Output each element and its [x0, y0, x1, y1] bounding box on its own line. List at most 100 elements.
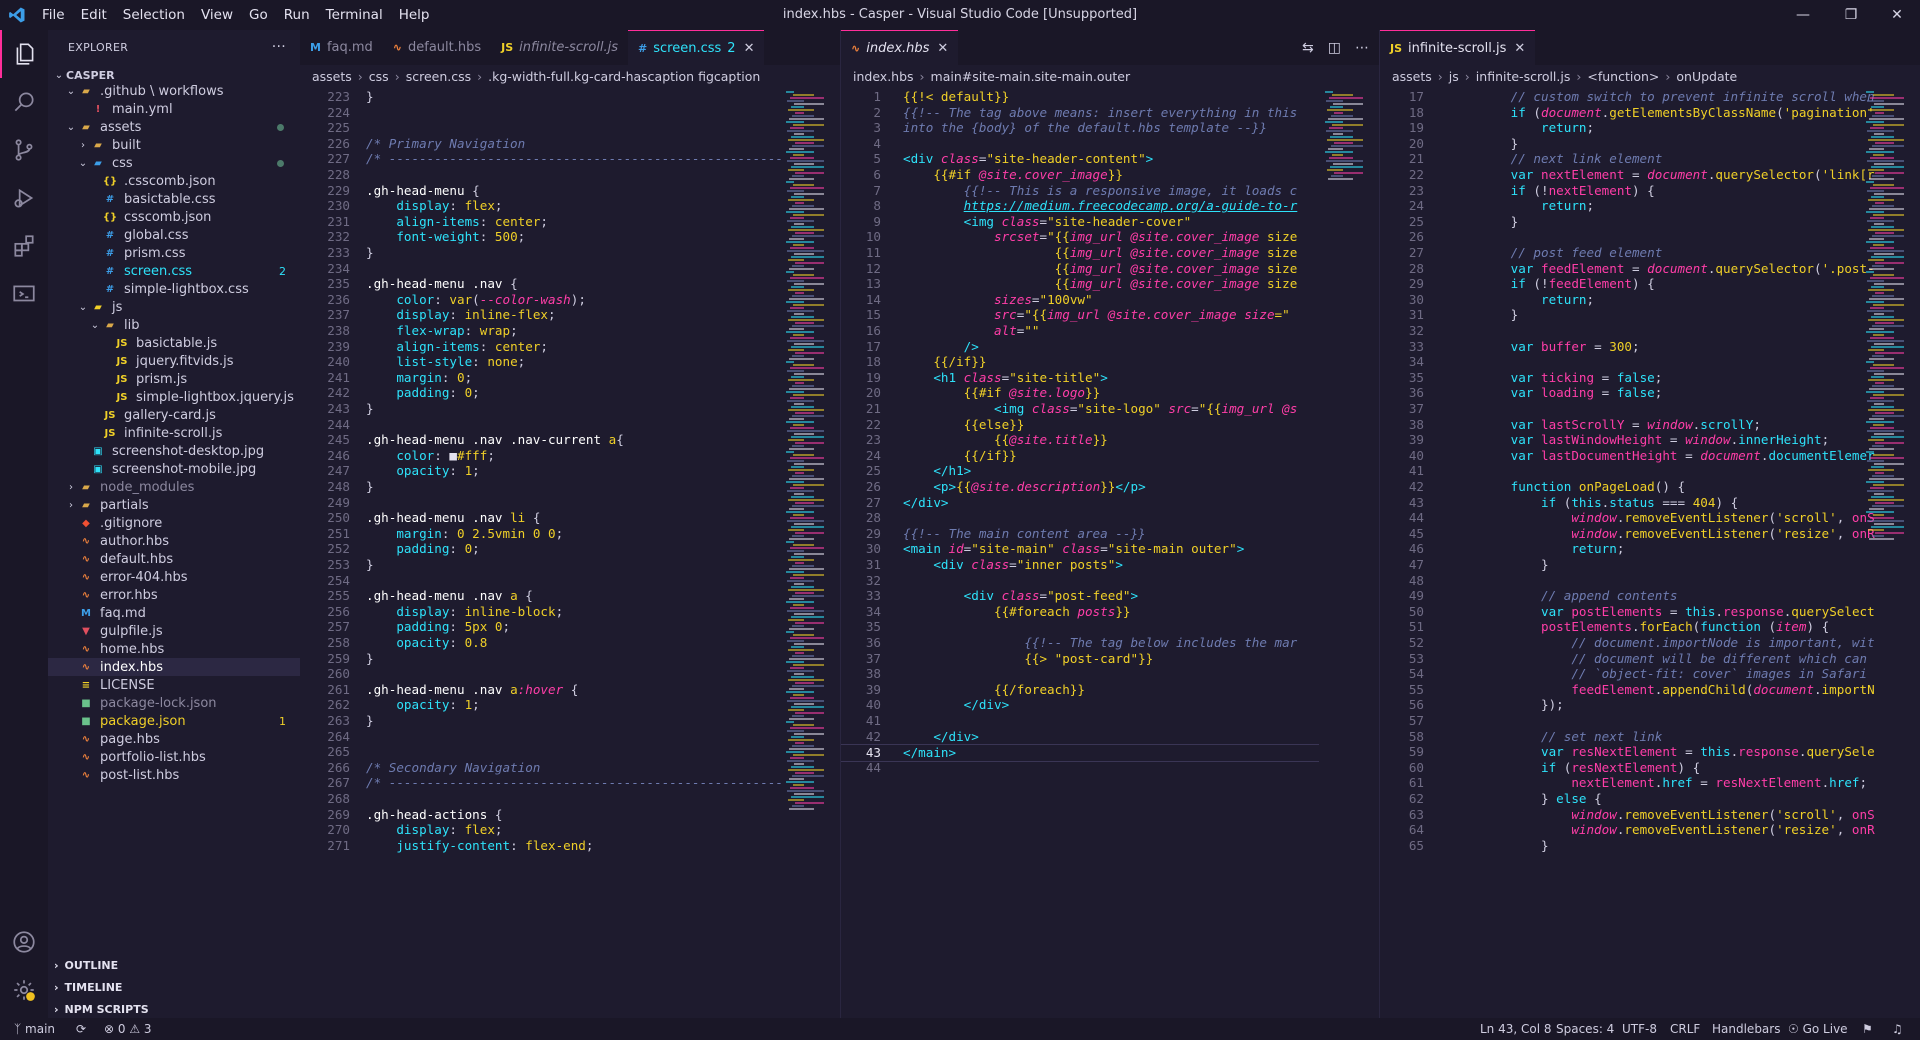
tree-file[interactable]: {} csscomb.json — [48, 208, 300, 226]
menu-help[interactable]: Help — [391, 0, 438, 30]
breadcrumb-item[interactable]: index.hbs — [853, 69, 914, 84]
code-editor[interactable]: 17 // custom switch to prevent infinite … — [1380, 87, 1875, 1018]
tree-folder[interactable]: ⌄ ▰ css — [48, 154, 300, 172]
section-outline[interactable]: › OUTLINE — [48, 954, 300, 976]
tree-file[interactable]: ∿ error-404.hbs — [48, 568, 300, 586]
tree-file[interactable]: ∿ post-list.hbs — [48, 766, 300, 784]
tree-file[interactable]: JS jquery.fitvids.js — [48, 352, 300, 370]
more-actions-icon[interactable]: ··· — [272, 39, 286, 55]
breadcrumb-item[interactable]: css — [369, 69, 389, 84]
tab-screen-css[interactable]: # screen.css 2 ✕ — [628, 30, 765, 65]
tree-file[interactable]: ∿ default.hbs — [48, 550, 300, 568]
minimap[interactable] — [780, 87, 840, 1018]
more-actions-icon[interactable]: ⋯ — [1355, 40, 1369, 56]
tree-file[interactable]: JS gallery-card.js — [48, 406, 300, 424]
code-editor[interactable]: 223} 224 225 226/* Primary Navigation 227/* … — [300, 87, 783, 1018]
tree-file[interactable]: # simple-lightbox.css — [48, 280, 300, 298]
cursor-position[interactable]: Ln 43, Col 8 — [1480, 1018, 1552, 1040]
minimap[interactable] — [1319, 87, 1379, 1018]
search-icon[interactable] — [0, 78, 48, 126]
code-editor[interactable]: 1 {{!< default}} 2 {{!-- The tag above mean… — [841, 87, 1319, 1018]
menu-go[interactable]: Go — [241, 0, 276, 30]
breadcrumb-item[interactable]: js — [1449, 69, 1459, 84]
breadcrumb-item[interactable]: infinite-scroll.js — [1476, 69, 1571, 84]
breadcrumb-item[interactable]: screen.css — [406, 69, 471, 84]
tree-file[interactable]: JS simple-lightbox.jquery.js — [48, 388, 300, 406]
notifications-bell-icon[interactable]: ♫ — [1892, 1018, 1903, 1040]
restore-icon[interactable]: ❐ — [1828, 0, 1874, 30]
tree-file[interactable]: ! main.yml — [48, 100, 300, 118]
tree-file[interactable]: JS infinite-scroll.js — [48, 424, 300, 442]
tree-file[interactable]: ▣ screenshot-desktop.jpg — [48, 442, 300, 460]
tree-file[interactable]: ∿ home.hbs — [48, 640, 300, 658]
language-mode[interactable]: Handlebars — [1712, 1018, 1780, 1040]
menu-selection[interactable]: Selection — [115, 0, 193, 30]
tree-file[interactable]: JS prism.js — [48, 370, 300, 388]
tab-faq-md[interactable]: Mfaq.md — [300, 30, 383, 65]
breadcrumb-item[interactable]: <function> — [1587, 69, 1659, 84]
close-tab-icon[interactable]: ✕ — [937, 41, 948, 56]
source-control-icon[interactable] — [0, 126, 48, 174]
tree-file[interactable]: ▼ gulpfile.js — [48, 622, 300, 640]
tree-file[interactable]: ∿ index.hbs — [48, 658, 300, 676]
run-debug-icon[interactable] — [0, 174, 48, 222]
tree-file[interactable]: Mfaq.md — [48, 604, 300, 622]
tree-file[interactable]: # basictable.css — [48, 190, 300, 208]
extensions-icon[interactable] — [0, 222, 48, 270]
section-npm-scripts[interactable]: › NPM SCRIPTS — [48, 998, 300, 1020]
tree-file[interactable]: ▣ screenshot-mobile.jpg — [48, 460, 300, 478]
close-tab-icon[interactable]: ✕ — [744, 41, 755, 56]
menu-edit[interactable]: Edit — [73, 0, 115, 30]
tree-folder[interactable]: ⌄ ▰ js — [48, 298, 300, 316]
compare-changes-icon[interactable]: ⇆ — [1302, 40, 1314, 56]
tree-folder[interactable]: › ▰ built — [48, 136, 300, 154]
menu-file[interactable]: File — [34, 0, 73, 30]
tree-file[interactable]: ◆ .gitignore — [48, 514, 300, 532]
tab-infinite-scroll-js[interactable]: JS infinite-scroll.js ✕ — [1380, 30, 1536, 65]
breadcrumb-item[interactable]: .kg-width-full.kg-card-hascaption figcap… — [488, 69, 760, 84]
close-tab-icon[interactable]: ✕ — [1514, 41, 1525, 56]
go-live-button[interactable]: ☉ Go Live — [1788, 1018, 1848, 1040]
tree-folder[interactable]: ⌄ ▰ .github \ workflows — [48, 82, 300, 100]
manage-gear-icon[interactable] — [0, 966, 48, 1014]
remote-explorer-icon[interactable] — [0, 270, 48, 318]
tree-file[interactable]: ∿ page.hbs — [48, 730, 300, 748]
tree-folder[interactable]: ⌄ ▰ lib — [48, 316, 300, 334]
tree-folder[interactable]: ⌄ ▰ assets — [48, 118, 300, 136]
tree-file[interactable]: ∿ author.hbs — [48, 532, 300, 550]
tree-file[interactable]: ■ package.json 1 — [48, 712, 300, 730]
branch-indicator[interactable]: ᛉ main — [14, 1018, 55, 1040]
breadcrumb-item[interactable]: onUpdate — [1676, 69, 1737, 84]
tree-file[interactable]: JS basictable.js — [48, 334, 300, 352]
tab-default-hbs[interactable]: ∿ default.hbs — [383, 30, 491, 65]
tree-file[interactable]: ≡ LICENSE — [48, 676, 300, 694]
problems-indicator[interactable]: ⊗ 0 ⚠ 3 — [104, 1018, 152, 1040]
section-timeline[interactable]: › TIMELINE — [48, 976, 300, 998]
minimize-icon[interactable]: — — [1780, 0, 1826, 30]
split-editor-icon[interactable]: ◫ — [1328, 40, 1341, 56]
menu-view[interactable]: View — [193, 0, 241, 30]
explorer-icon[interactable] — [0, 30, 48, 78]
tab-index-hbs[interactable]: ∿ index.hbs ✕ — [841, 30, 959, 65]
line-ending[interactable]: CRLF — [1670, 1018, 1700, 1040]
minimap[interactable] — [1860, 87, 1920, 1018]
tab-infinite-scroll-js[interactable]: JS infinite-scroll.js — [491, 30, 628, 65]
tree-file[interactable]: ∿ error.hbs — [48, 586, 300, 604]
tree-file[interactable]: ∿ portfolio-list.hbs — [48, 748, 300, 766]
breadcrumb-item[interactable]: assets — [312, 69, 352, 84]
feedback-icon[interactable]: ⚑ — [1862, 1018, 1873, 1040]
tree-folder[interactable]: › ▰ partials — [48, 496, 300, 514]
close-window-icon[interactable]: ✕ — [1874, 0, 1920, 30]
tree-file[interactable]: # global.css — [48, 226, 300, 244]
tree-file[interactable]: # screen.css 2 — [48, 262, 300, 280]
tree-file[interactable]: {} .csscomb.json — [48, 172, 300, 190]
breadcrumb-item[interactable]: assets — [1392, 69, 1432, 84]
breadcrumb-item[interactable]: main#site-main.site-main.outer — [931, 69, 1131, 84]
sync-icon[interactable]: ⟳ — [76, 1018, 86, 1040]
tree-file[interactable]: # prism.css — [48, 244, 300, 262]
encoding[interactable]: UTF-8 — [1622, 1018, 1657, 1040]
tree-file[interactable]: ■ package-lock.json — [48, 694, 300, 712]
menu-run[interactable]: Run — [276, 0, 318, 30]
account-icon[interactable] — [0, 918, 48, 966]
menu-terminal[interactable]: Terminal — [318, 0, 391, 30]
